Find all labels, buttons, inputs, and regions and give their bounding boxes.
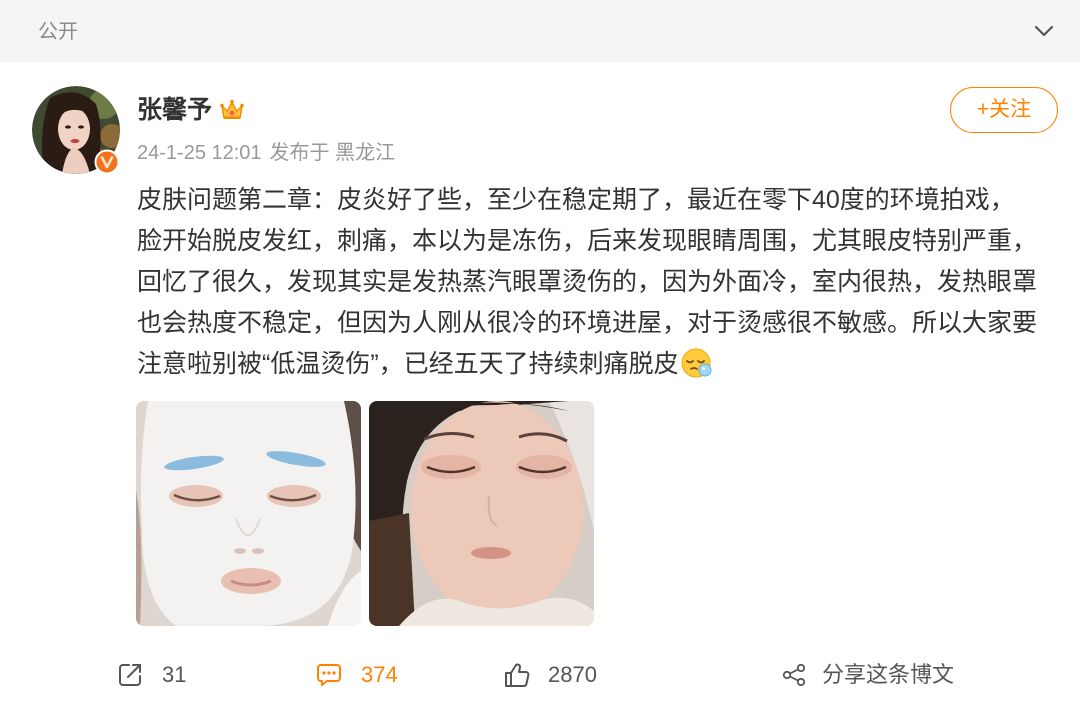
repost-button[interactable]: 31: [116, 660, 186, 690]
post-text-line: 也会热度不稳定，但因为人刚从很冷的环境进屋，对于烫感很不敏感。所以大家要: [137, 309, 1038, 337]
crown-icon[interactable]: [219, 97, 245, 123]
follow-button[interactable]: +关注: [950, 87, 1058, 133]
verified-badge-icon: [94, 149, 120, 175]
comment-button[interactable]: 374: [315, 660, 398, 690]
visibility-header[interactable]: 公开: [0, 0, 1080, 62]
repost-icon: [116, 661, 144, 689]
like-button[interactable]: 2870: [503, 660, 597, 690]
post-image-photo: [369, 401, 594, 626]
post-image[interactable]: [136, 401, 361, 626]
post-text-line-last: 注意啦别被“低温烫伤”，已经五天了持续刺痛脱皮: [137, 344, 1069, 385]
avatar[interactable]: [32, 86, 120, 175]
repost-count: 31: [162, 662, 187, 687]
post-image-photo: [136, 401, 361, 626]
comment-count: 374: [361, 662, 398, 687]
share-icon: [781, 662, 807, 688]
sleepy-emoji-icon: [681, 347, 713, 379]
like-icon: [503, 661, 531, 689]
post-location: 发布于 黑龙江: [269, 142, 396, 164]
post-text-line: 皮肤问题第二章：皮炎好了些，至少在稳定期了，最近在零下40度的环境拍戏，: [137, 186, 1015, 214]
post-image[interactable]: [369, 401, 594, 626]
post-text-line: 脸开始脱皮发红，刺痛，本以为是冻伤，后来发现眼睛周围，尤其眼皮特别严重，: [137, 227, 1038, 255]
post-meta: 24-1-25 12:01 发布于 黑龙江: [137, 139, 395, 167]
post-text: 皮肤问题第二章：皮炎好了些，至少在稳定期了，最近在零下40度的环境拍戏， 脸开始…: [137, 180, 1069, 385]
author-row: 张馨予: [137, 95, 245, 125]
visibility-label: 公开: [38, 21, 78, 43]
comment-icon: [315, 661, 343, 689]
post-text-line-content: 注意啦别被“低温烫伤”，已经五天了持续刺痛脱皮: [137, 350, 679, 378]
author-name[interactable]: 张馨予: [137, 95, 212, 125]
post-text-line: 回忆了很久，发现其实是发热蒸汽眼罩烫伤的，因为外面冷，室内很热，发热眼罩: [137, 268, 1038, 296]
chevron-down-icon[interactable]: [1032, 19, 1056, 43]
post-time: 24-1-25 12:01: [137, 142, 262, 164]
like-count: 2870: [548, 662, 597, 687]
share-button[interactable]: 分享这条博文: [781, 660, 954, 690]
share-label: 分享这条博文: [822, 662, 955, 687]
